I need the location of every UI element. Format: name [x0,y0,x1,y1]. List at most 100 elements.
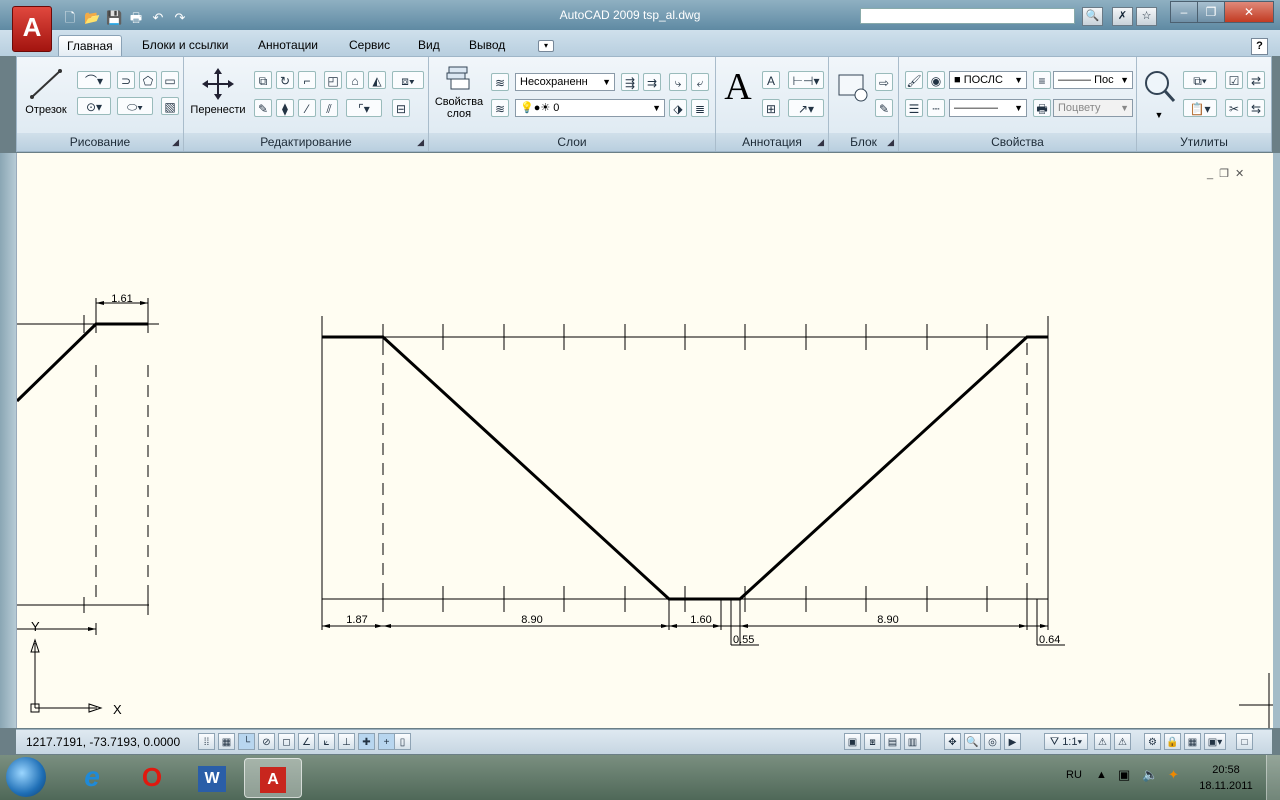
color-wheel-icon[interactable]: ◉ [927,71,945,89]
open-icon[interactable]: 📂 [84,10,100,26]
layout-icon[interactable]: ⧆ [864,733,881,750]
layer-states-icon[interactable]: ≋ [491,73,509,91]
color-dropdown[interactable]: ■ ПОСЛС ▼ [949,71,1027,89]
panel-layers-title[interactable]: Слои [429,133,715,151]
paste-icon[interactable]: 📋▾ [1183,99,1217,117]
tab-blocks-references[interactable]: Блоки и ссылки [134,35,236,55]
explode-icon[interactable]: ⧫ [276,99,294,117]
layer-dropdown[interactable]: 💡●☀ 0 ▼ [515,99,665,117]
clean-screen-icon[interactable]: □ [1236,733,1253,750]
panel-expand-icon[interactable]: ◢ [817,137,824,148]
linear-dimension-icon[interactable]: ⊢⊣▾ [788,71,824,89]
copy-icon[interactable]: ⧉ [254,71,272,89]
ducs-icon[interactable]: ⟀ [318,733,335,750]
show-hidden-icons[interactable]: ▲ [1096,769,1107,781]
create-block-icon[interactable]: ⇨ [875,73,893,91]
rectangle-icon[interactable]: ▭ [161,71,179,89]
show-desktop-button[interactable] [1266,755,1280,800]
maximize-button[interactable]: ❐ [1197,1,1225,23]
polyline-icon[interactable]: ⌒▾ [77,71,111,89]
search-input[interactable] [860,8,1075,24]
layer-match-icon[interactable]: ⤷ [669,73,687,91]
move-tool-button[interactable]: Перенести [188,67,248,116]
drawing-svg[interactable]: 1.61 1.87 8.90 1.60 8.90 0.55 0.64 Y X [17,153,1273,728]
layer-merge-icon[interactable]: ≣ [691,99,709,117]
favorites-icon[interactable]: ☆ [1136,7,1157,26]
cut-icon[interactable]: ✂ [1225,99,1243,117]
new-icon[interactable]: 🗋 [62,10,78,26]
workspace-icon[interactable]: ⚙ [1144,733,1161,750]
showmotion-icon[interactable]: ▶ [1004,733,1021,750]
insert-block-icon[interactable] [835,69,871,105]
clock[interactable]: 20:58 18.11.2011 [1196,762,1256,794]
coordinates-readout[interactable]: 1217.7191, -73.7193, 0.0000 [26,735,180,749]
lineweight-icon[interactable]: ≡ [1033,71,1051,89]
drawing-area[interactable]: _❐✕ 1.61 1.87 8.90 1.60 8.90 0.55 0.64 Y… [16,153,1273,728]
match-icon[interactable]: ⇆ [1247,99,1265,117]
zoom-tool-button[interactable]: ▼ [1141,67,1177,120]
multileader-icon[interactable]: ↗▾ [788,99,824,117]
ellipse-icon[interactable]: ⬭▾ [117,97,153,115]
make-current-icon[interactable]: ≋ [491,99,509,117]
opera-icon[interactable]: O [124,758,180,796]
quick-view-drawings-icon[interactable]: ▥ [904,733,921,750]
minimize-button[interactable]: – [1170,1,1198,23]
plotstyle-dropdown[interactable]: Поцвету ▼ [1053,99,1133,117]
rotate-icon[interactable]: ↻ [276,71,294,89]
dyn-icon[interactable]: ⊥ [338,733,355,750]
list-icon[interactable]: ☰ [905,99,923,117]
panel-expand-icon[interactable]: ◢ [887,137,894,148]
internet-explorer-icon[interactable]: e [64,758,120,796]
panel-annotation-title[interactable]: Аннотация [716,133,828,151]
tab-home[interactable]: Главная [58,35,122,56]
grid-icon[interactable]: ▦ [218,733,235,750]
arc-icon[interactable]: ⊃ [117,71,135,89]
volume-icon[interactable]: 🔈 [1142,767,1158,783]
model-icon[interactable]: ▣ [844,733,861,750]
panel-modify-title[interactable]: Редактирование [184,133,428,151]
break-icon[interactable]: ⊟ [392,99,410,117]
fillet-icon[interactable]: ⧈▾ [392,71,424,89]
zoom-status-icon[interactable]: 🔍 [964,733,981,750]
trim-icon[interactable]: ⌐ [298,71,316,89]
osnap-icon[interactable]: ◻ [278,733,295,750]
ribbon-options-icon[interactable]: ▾ [538,40,554,52]
tab-view[interactable]: Вид [410,35,448,55]
offset-icon[interactable]: ⫽ [320,99,338,117]
lineweight-toggle-icon[interactable]: ✚ [358,733,375,750]
snap-icon[interactable]: ⁞⁞ [198,733,215,750]
pan-icon[interactable]: ✥ [944,733,961,750]
copy-clip-icon[interactable]: ⧉▾ [1183,71,1217,89]
match-properties-icon[interactable]: 🖌 [905,71,923,89]
search-icon[interactable]: 🔍 [1082,7,1103,26]
layer-walk-icon[interactable]: ⬗ [669,99,687,117]
tab-output[interactable]: Вывод [461,35,513,55]
linetype-dropdown[interactable]: ———— ▼ [949,99,1027,117]
layer-isolate-icon[interactable]: ⇶ [621,73,639,91]
steering-wheel-icon[interactable]: ◎ [984,733,1001,750]
layer-state-dropdown[interactable]: Несохраненн ▼ [515,73,615,91]
tab-tools[interactable]: Сервис [341,35,398,55]
polygon-icon[interactable]: ⬠ [139,71,157,89]
annotation-visibility-icon[interactable]: ⚠ [1094,733,1111,750]
network-icon[interactable]: ▣ [1118,767,1130,783]
chamfer-icon[interactable]: ⌜▾ [346,99,382,117]
sc-icon[interactable]: ▯ [394,733,411,750]
line-tool-button[interactable]: Отрезок [21,65,71,116]
lineweight-dropdown[interactable]: ——— Пос ▼ [1053,71,1133,89]
autocad-taskbar-icon[interactable]: A [244,758,302,798]
panel-properties-title[interactable]: Свойства [899,133,1136,151]
tab-annotate[interactable]: Аннотации [250,35,326,55]
layer-previous-icon[interactable]: ⤶ [691,73,709,91]
stretch-icon[interactable]: ⁄ [298,99,316,117]
scale-icon[interactable]: ◰ [324,71,342,89]
annotation-scale-dropdown[interactable]: ⛛ 1:1▾ [1044,733,1088,750]
edit-block-icon[interactable]: ✎ [875,99,893,117]
layer-unisolate-icon[interactable]: ⇉ [643,73,661,91]
redo-icon[interactable]: ↷ [172,10,188,26]
ortho-icon[interactable]: └ [238,733,255,750]
select-similar-icon[interactable]: ⇄ [1247,71,1265,89]
quick-select-icon[interactable]: ☑ [1225,71,1243,89]
hardware-acceleration-icon[interactable]: ▦ [1184,733,1201,750]
linetype-icon[interactable]: ┄ [927,99,945,117]
